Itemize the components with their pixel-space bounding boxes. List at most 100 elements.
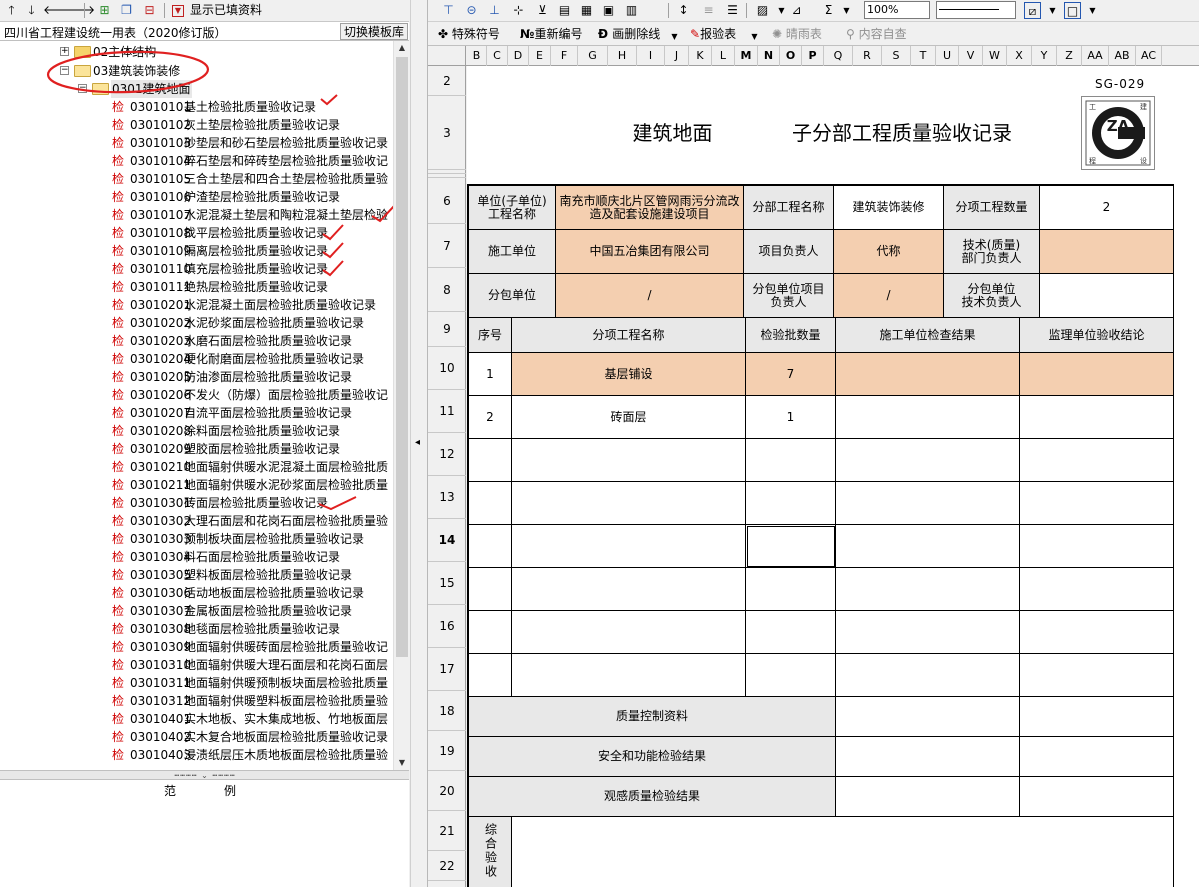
line-count[interactable] bbox=[746, 525, 836, 568]
border-color-icon[interactable]: ⧄ bbox=[1024, 2, 1041, 19]
tree-item[interactable]: 检 03010202水泥砂浆面层检验批质量验收记录 bbox=[112, 314, 364, 332]
border-icon[interactable]: ▤ bbox=[556, 2, 573, 19]
collapse-arrow-icon[interactable]: ◂ bbox=[415, 437, 420, 448]
tree-scrollbar[interactable]: ▲ ▼ bbox=[393, 41, 409, 770]
row-header-cell[interactable]: 11 bbox=[428, 390, 466, 433]
line-style-select[interactable] bbox=[936, 1, 1016, 19]
column-header-cell[interactable]: O bbox=[780, 46, 802, 66]
collapse-toggle-icon[interactable]: − bbox=[60, 66, 69, 75]
tree-node-building-floor[interactable]: − 0301建筑地面 bbox=[0, 80, 393, 98]
report-button[interactable]: ✎报验表 bbox=[690, 25, 736, 43]
quality-docs-result[interactable] bbox=[836, 697, 1020, 737]
tree-item[interactable]: 检 03010401实木地板、实木集成地板、竹地板面层 bbox=[112, 710, 388, 728]
column-header-cell[interactable]: M bbox=[735, 46, 758, 66]
dropdown-arrow-icon[interactable]: ▼ bbox=[838, 2, 855, 19]
row-header-cell[interactable]: 16 bbox=[428, 605, 466, 648]
align-bottom-icon[interactable]: ⊥ bbox=[486, 2, 503, 19]
panel-splitter[interactable]: ┅┅┅┅ ⌄ ┅┅┅┅ bbox=[0, 770, 409, 780]
line-supervision[interactable] bbox=[1020, 439, 1174, 482]
tree-item[interactable]: 检 03010402实木复合地板面层检验批质量验收记录 bbox=[112, 728, 388, 746]
fill-color-icon[interactable]: □ bbox=[1064, 2, 1081, 19]
column-header-cell[interactable]: Y bbox=[1032, 46, 1057, 66]
spacing-icon[interactable]: ⊻ bbox=[534, 2, 551, 19]
column-header-cell[interactable]: K bbox=[689, 46, 712, 66]
tree-item[interactable]: 检 03010207自流平面层检验批质量验收记录 bbox=[112, 404, 352, 422]
tree-item[interactable]: 检 03010106炉渣垫层检验批质量验收记录 bbox=[112, 188, 340, 206]
line-count[interactable]: 7 bbox=[746, 353, 836, 396]
line-name[interactable] bbox=[512, 611, 746, 654]
column-header-cell[interactable]: S bbox=[882, 46, 911, 66]
line-supervision[interactable] bbox=[1020, 396, 1174, 439]
line-count[interactable] bbox=[746, 482, 836, 525]
show-filled-button[interactable]: 显示已填资料 bbox=[190, 2, 262, 19]
tree-item[interactable]: 检 03010310地面辐射供暖大理石面层和花岗石面层 bbox=[112, 656, 388, 674]
row-header-cell[interactable]: 15 bbox=[428, 562, 466, 605]
line-supervision[interactable] bbox=[1020, 654, 1174, 697]
row-header-cell[interactable]: 17 bbox=[428, 648, 466, 691]
column-header-cell[interactable]: G bbox=[578, 46, 608, 66]
row-header-cell[interactable]: 22 bbox=[428, 851, 466, 881]
tree-item[interactable]: 检 03010308地毯面层检验批质量验收记录 bbox=[112, 620, 340, 638]
column-header-cell[interactable]: V bbox=[959, 46, 983, 66]
tree-item[interactable]: 检 03010309地面辐射供暖砖面层检验批质量验收记 bbox=[112, 638, 388, 656]
appearance-results-result[interactable] bbox=[836, 777, 1020, 817]
image-icon[interactable]: ▨ bbox=[754, 2, 771, 19]
safety-results-result[interactable] bbox=[836, 737, 1020, 777]
tree-item[interactable]: 检 03010205防油渗面层检验批质量验收记录 bbox=[112, 368, 352, 386]
tree-item[interactable]: 检 03010105三合土垫层和四合土垫层检验批质量验 bbox=[112, 170, 388, 188]
tree-item[interactable]: 检 03010301砖面层检验批质量验收记录 bbox=[112, 494, 328, 512]
tree-item[interactable]: 检 03010307金属板面层检验批质量验收记录 bbox=[112, 602, 352, 620]
line-seq[interactable] bbox=[469, 525, 512, 568]
align-middle-icon[interactable]: ⊝ bbox=[463, 2, 480, 19]
line-seq[interactable]: 1 bbox=[469, 353, 512, 396]
line-name[interactable]: 砖面层 bbox=[512, 396, 746, 439]
line-supervision[interactable] bbox=[1020, 482, 1174, 525]
copy-icon[interactable]: ❐ bbox=[118, 2, 135, 19]
column-header-cell[interactable]: I bbox=[637, 46, 665, 66]
strikeout-button[interactable]: Ð 画删除线 bbox=[598, 25, 660, 43]
line-name[interactable] bbox=[512, 482, 746, 525]
tree-item[interactable]: 检 03010312地面辐射供暖塑料板面层检验批质量验 bbox=[112, 692, 388, 710]
tree-item[interactable]: 检 03010305塑料板面层检验批质量验收记录 bbox=[112, 566, 352, 584]
column-header-cell[interactable]: T bbox=[911, 46, 936, 66]
tree-item[interactable]: 检 03010306活动地板面层检验批质量验收记录 bbox=[112, 584, 364, 602]
tree-item[interactable]: 检 03010101基土检验批质量验收记录 bbox=[112, 98, 316, 116]
add-icon[interactable]: ⊞ bbox=[96, 2, 113, 19]
tree-node-main-structure[interactable]: + 02主体结构 bbox=[0, 43, 393, 61]
column-header-cell[interactable]: N bbox=[758, 46, 780, 66]
save-icon[interactable]: ▣ bbox=[600, 2, 617, 19]
column-header-cell[interactable]: U bbox=[936, 46, 959, 66]
appearance-results-supervision[interactable] bbox=[1020, 777, 1174, 817]
line-result[interactable] bbox=[836, 353, 1020, 396]
quality-docs-supervision[interactable] bbox=[1020, 697, 1174, 737]
unit-value[interactable]: 南充市顺庆北片区管网雨污分流改造及配套设施建设项目 bbox=[556, 186, 744, 230]
tree-item[interactable]: 检 03010403浸渍纸层压木质地板面层检验批质量验 bbox=[112, 746, 388, 764]
switch-template-button[interactable]: 切换模板库 bbox=[339, 23, 408, 40]
line-result[interactable] bbox=[836, 568, 1020, 611]
line-result[interactable] bbox=[836, 439, 1020, 482]
line-seq[interactable] bbox=[469, 482, 512, 525]
list-icon[interactable]: ☰ bbox=[724, 2, 741, 19]
tree-item[interactable]: 检 03010302大理石面层和花岗石面层检验批质量验 bbox=[112, 512, 388, 530]
pm-value[interactable]: 代称 bbox=[834, 230, 944, 274]
tree-item[interactable]: 检 03010102灰土垫层检验批质量验收记录 bbox=[112, 116, 340, 134]
tree-item[interactable]: 检 03010201水泥混凝土面层检验批质量验收记录 bbox=[112, 296, 376, 314]
tree-item[interactable]: 检 03010304料石面层检验批质量验收记录 bbox=[112, 548, 340, 566]
tree-item[interactable]: 检 03010211地面辐射供暖水泥砂浆面层检验批质量 bbox=[112, 476, 388, 494]
row-header-cell[interactable]: 9 bbox=[428, 312, 466, 347]
column-header-cell[interactable]: Z bbox=[1057, 46, 1082, 66]
column-header-cell[interactable]: C bbox=[487, 46, 508, 66]
row-header-cell[interactable]: 14 bbox=[428, 519, 466, 562]
sub-pm-value[interactable]: / bbox=[834, 274, 944, 318]
tree-node-decoration[interactable]: − 03建筑装饰装修 bbox=[0, 62, 393, 80]
row-header-cell[interactable]: 13 bbox=[428, 476, 466, 519]
tree-item[interactable]: 检 03010104碎石垫层和碎砖垫层检验批质量验收记 bbox=[112, 152, 388, 170]
construction-value[interactable]: 中国五冶集团有限公司 bbox=[556, 230, 744, 274]
column-header-cell[interactable]: J bbox=[665, 46, 689, 66]
column-header-cell[interactable]: R bbox=[853, 46, 882, 66]
sum-icon[interactable]: Σ bbox=[820, 2, 837, 19]
item-count-value[interactable]: 2 bbox=[1040, 186, 1174, 230]
collapse-toggle-icon[interactable]: − bbox=[78, 84, 87, 93]
row-header-cell[interactable]: 2 bbox=[428, 66, 466, 96]
sub-contract-value[interactable]: / bbox=[556, 274, 744, 318]
